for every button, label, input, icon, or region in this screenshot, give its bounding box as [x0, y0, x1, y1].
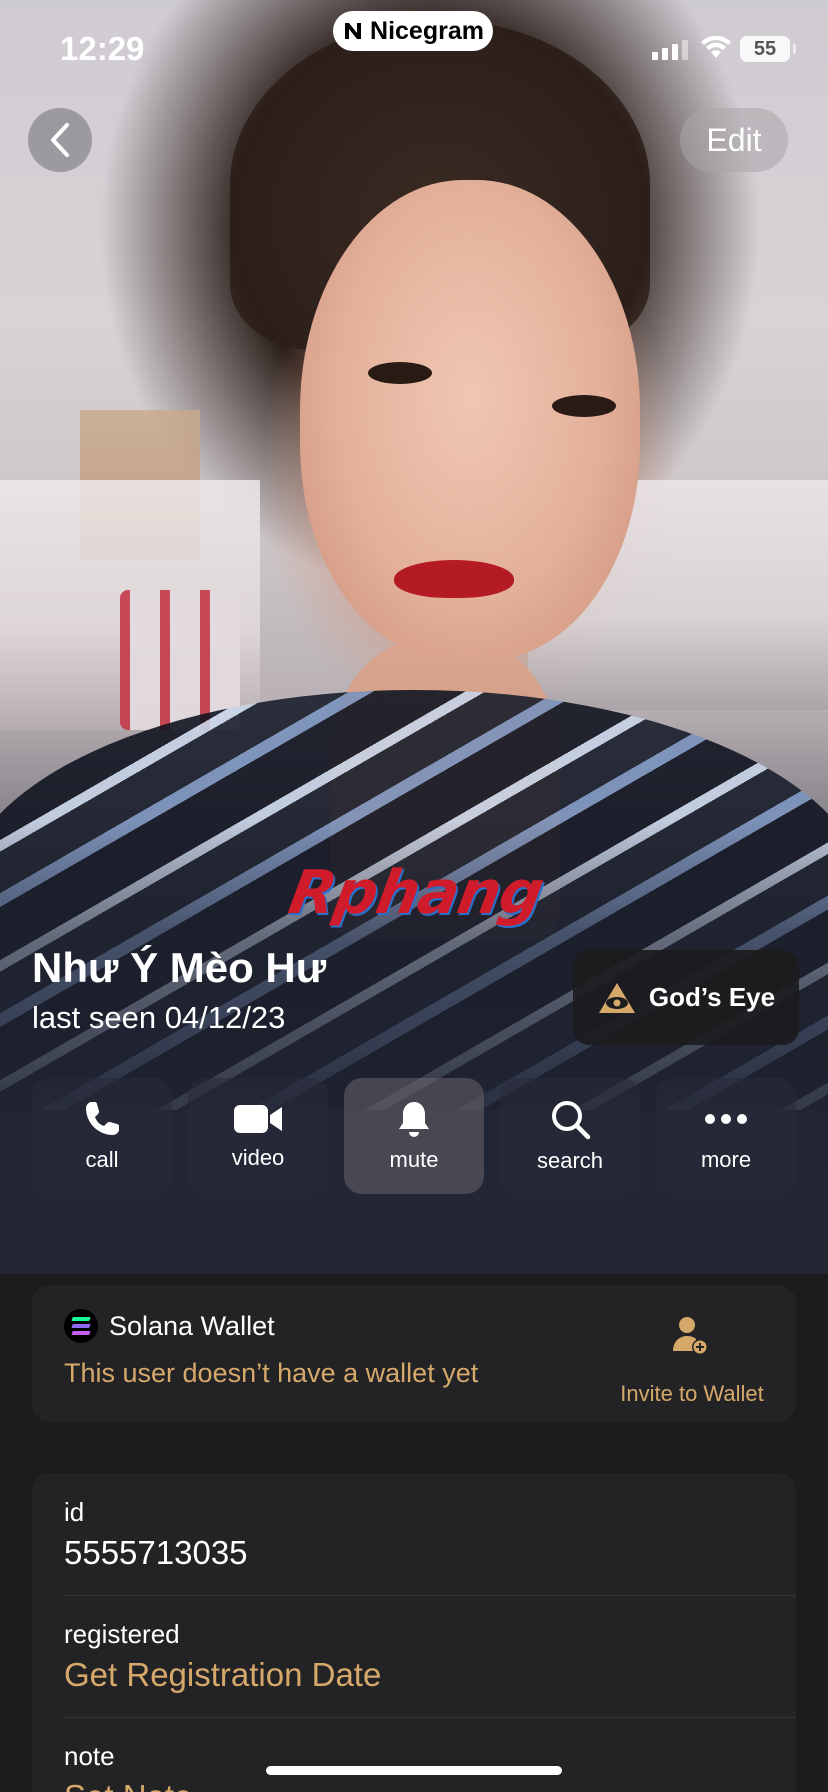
divider — [64, 1595, 796, 1596]
phone-icon — [86, 1102, 119, 1135]
search-button[interactable]: search — [500, 1078, 640, 1194]
user-id-value: 5555713035 — [64, 1534, 248, 1571]
gods-eye-button[interactable]: God’s Eye — [573, 950, 799, 1045]
more-button[interactable]: more — [656, 1078, 796, 1194]
mute-button[interactable]: mute — [344, 1078, 484, 1194]
photo-background-tables-left — [0, 480, 260, 730]
invite-to-wallet-button[interactable]: Invite to Wallet — [607, 1381, 777, 1407]
cellular-signal-icon — [652, 40, 688, 60]
profile-name: Như Ý Mèo Hư — [32, 944, 327, 991]
battery-level: 55 — [753, 37, 777, 60]
add-user-icon[interactable] — [670, 1315, 710, 1357]
set-note-link[interactable]: Set Note — [64, 1778, 796, 1792]
divider — [64, 1717, 796, 1718]
solana-wallet-card: Solana Wallet This user doesn’t have a w… — [32, 1285, 796, 1422]
get-registration-date-link[interactable]: Get Registration Date — [64, 1656, 796, 1694]
wifi-icon — [701, 36, 731, 58]
registered-row: registered Get Registration Date — [64, 1619, 796, 1694]
more-label: more — [700, 1147, 752, 1172]
more-dots-icon — [705, 1114, 747, 1124]
wallet-message: This user doesn’t have a wallet yet — [64, 1358, 479, 1388]
registered-label: registered — [64, 1619, 180, 1649]
mute-label: mute — [389, 1147, 439, 1172]
solana-logo-icon — [64, 1309, 98, 1343]
battery-icon: 55 — [740, 36, 796, 62]
home-indicator[interactable] — [266, 1766, 562, 1775]
photo-eye-left — [368, 362, 432, 384]
photo-eye-right — [552, 395, 616, 417]
status-time: 12:29 — [60, 30, 145, 67]
gods-eye-label: God’s Eye — [648, 982, 776, 1012]
back-button[interactable] — [28, 108, 92, 172]
user-info-card: id 5555713035 registered Get Registratio… — [32, 1473, 796, 1792]
profile-actions: call video mute search more — [32, 1078, 796, 1194]
photo-lips — [394, 560, 514, 598]
eye-pyramid-icon — [598, 982, 635, 1013]
video-label: video — [231, 1145, 285, 1170]
edit-button[interactable]: Edit — [680, 108, 788, 172]
search-label: search — [536, 1148, 604, 1173]
video-button[interactable]: video — [188, 1078, 328, 1194]
watermark-logo: Rphang — [283, 858, 549, 928]
last-seen-status: last seen 04/12/23 — [32, 1000, 286, 1035]
nicegram-badge-label: Nicegram — [370, 16, 484, 45]
user-id-row[interactable]: id 5555713035 — [64, 1497, 796, 1572]
video-camera-icon — [234, 1105, 282, 1133]
search-icon — [552, 1101, 591, 1140]
chevron-left-icon — [51, 123, 69, 157]
nicegram-logo-icon — [345, 23, 362, 39]
nicegram-badge: Nicegram — [333, 11, 493, 51]
user-id-label: id — [64, 1497, 85, 1527]
call-button[interactable]: call — [32, 1078, 172, 1194]
bell-icon — [399, 1102, 429, 1137]
call-label: call — [85, 1147, 119, 1172]
wallet-title: Solana Wallet — [109, 1311, 275, 1341]
